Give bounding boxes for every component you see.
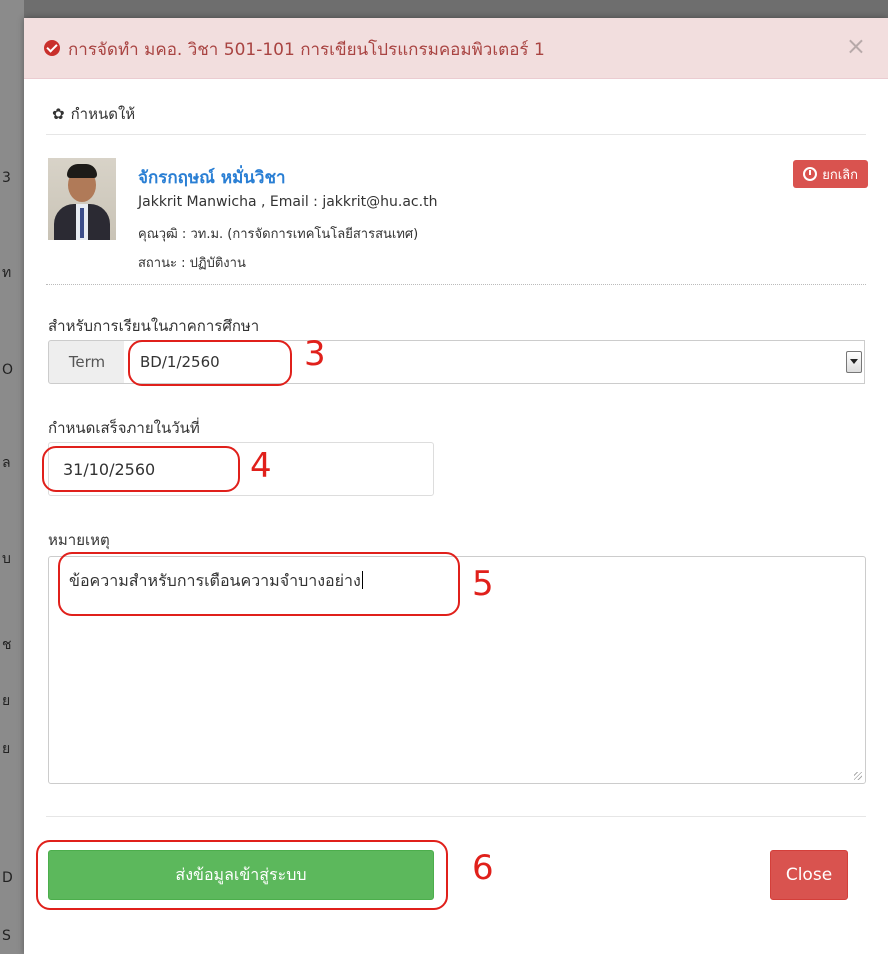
background-glyph: ย [2, 741, 11, 757]
background-glyph: ช [2, 637, 12, 653]
background-glyph: D [2, 870, 13, 886]
check-circle-icon [44, 40, 60, 56]
user-status: สถานะ : ปฏิบัติงาน [138, 256, 246, 271]
divider [46, 816, 866, 817]
cancel-button[interactable]: ยกเลิก [793, 160, 868, 188]
cancel-button-label: ยกเลิก [822, 167, 858, 183]
assign-modal: การจัดทำ มคอ. วิชา 501-101 การเขียนโปรแก… [24, 18, 888, 954]
background-glyph: ย [2, 693, 11, 709]
background-glyph: O [2, 362, 14, 378]
user-email: Jakkrit Manwicha , Email : jakkrit@hu.ac… [138, 194, 438, 210]
annotation-circle [42, 446, 240, 492]
background-glyph: ท [2, 265, 12, 281]
clock-icon [803, 167, 818, 181]
annotation-number: 5 [472, 564, 494, 604]
annotation-circle [58, 552, 460, 616]
due-date-label: กำหนดเสร็จภายในวันที่ [48, 419, 200, 437]
background-page-strip: 3 ท O ล บ ช ย ย D S [0, 0, 24, 954]
background-page-top [0, 0, 888, 18]
assign-heading-label: กำหนดให้ [70, 105, 136, 123]
avatar [48, 158, 116, 240]
background-glyph: S [2, 928, 11, 944]
gear-icon: ✿ [52, 105, 65, 123]
annotation-number: 6 [472, 848, 494, 888]
user-qualification: คุณวุฒิ : วท.ม. (การจัดการเทคโนโลยีสารสน… [138, 227, 419, 242]
close-icon[interactable]: × [846, 32, 866, 60]
close-button[interactable]: Close [770, 850, 848, 900]
divider [46, 284, 866, 285]
resize-handle[interactable] [854, 772, 862, 780]
alert-title: การจัดทำ มคอ. วิชา 501-101 การเขียนโปรแก… [68, 40, 545, 60]
note-label: หมายเหตุ [48, 531, 110, 549]
background-glyph: ล [2, 455, 11, 471]
annotation-number: 4 [250, 446, 272, 486]
annotation-number: 3 [304, 334, 326, 374]
term-addon: Term [48, 340, 126, 384]
annotation-circle [36, 840, 448, 910]
divider [46, 134, 866, 135]
term-label: สำหรับการเรียนในภาคการศึกษา [48, 317, 260, 335]
annotation-circle [128, 340, 292, 386]
user-name-link[interactable]: จักรกฤษณ์ หมั่นวิชา [138, 164, 286, 191]
chevron-down-icon[interactable] [846, 351, 862, 373]
course-alert: การจัดทำ มคอ. วิชา 501-101 การเขียนโปรแก… [24, 18, 888, 79]
assign-heading: ✿ กำหนดให้ [52, 102, 135, 126]
background-glyph: บ [2, 551, 11, 567]
background-glyph: 3 [2, 170, 11, 186]
